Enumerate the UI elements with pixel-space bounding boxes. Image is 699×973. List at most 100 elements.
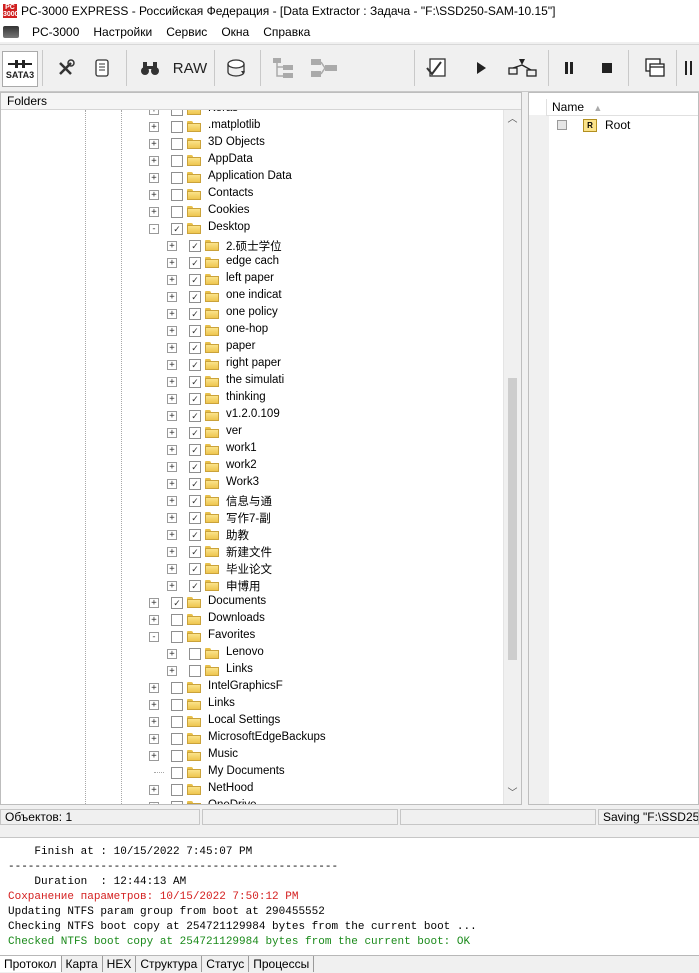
collapse-icon[interactable]: - xyxy=(149,632,159,642)
graph-button[interactable] xyxy=(504,51,542,85)
tree-item-checkbox[interactable] xyxy=(171,631,183,643)
expand-icon[interactable]: + xyxy=(167,479,177,489)
name-column-header[interactable]: Name ▲ xyxy=(546,99,698,116)
tree-item[interactable]: - Favorites xyxy=(1,628,505,645)
folders-scrollbar[interactable]: ︿ ﹀ xyxy=(503,110,521,804)
expand-icon[interactable]: + xyxy=(149,717,159,727)
tree-item-checkbox[interactable]: ✓ xyxy=(189,580,201,592)
menu-service[interactable]: Сервис xyxy=(159,25,214,39)
root-collapse-icon[interactable] xyxy=(557,120,567,130)
folder-tree[interactable]: + Keras + .matplotlib +3D Objects + AppData + Ap… xyxy=(1,110,505,804)
tab-structure[interactable]: Структура xyxy=(136,956,203,972)
tree-item[interactable]: + Lenovo xyxy=(1,645,505,662)
tab-map[interactable]: Карта xyxy=(62,956,103,972)
expand-icon[interactable]: + xyxy=(149,156,159,166)
tree-item-checkbox[interactable]: ✓ xyxy=(189,274,201,286)
expand-icon[interactable]: + xyxy=(149,122,159,132)
scroll-down-arrow-icon[interactable]: ﹀ xyxy=(504,786,521,802)
log-scroll-button[interactable] xyxy=(88,51,116,85)
tree-item[interactable]: + Music xyxy=(1,747,505,764)
tree-item-checkbox[interactable]: ✓ xyxy=(189,410,201,422)
tree-item-checkbox[interactable]: ✓ xyxy=(189,376,201,388)
expand-icon[interactable]: + xyxy=(167,581,177,591)
menu-settings[interactable]: Настройки xyxy=(86,25,159,39)
expand-icon[interactable]: + xyxy=(167,513,177,523)
tree-item[interactable]: + ✓ edge cach xyxy=(1,254,505,271)
tree-item[interactable]: + OneDrive xyxy=(1,798,505,804)
tree-item[interactable]: + ✓ thinking xyxy=(1,390,505,407)
tree-item[interactable]: + NetHood xyxy=(1,781,505,798)
expand-icon[interactable]: + xyxy=(167,394,177,404)
tree-item[interactable]: + ✓ v1.2.0.109 xyxy=(1,407,505,424)
tree-item-checkbox[interactable] xyxy=(171,682,183,694)
tree-button[interactable] xyxy=(268,51,298,85)
tree-item[interactable]: + Downloads xyxy=(1,611,505,628)
tree-item-checkbox[interactable]: ✓ xyxy=(189,393,201,405)
pause-button[interactable] xyxy=(556,51,582,85)
expand-icon[interactable]: + xyxy=(149,598,159,608)
tree-item-checkbox[interactable] xyxy=(189,648,201,660)
tree-item[interactable]: + ✓ 信息与通 xyxy=(1,492,505,509)
tree-item[interactable]: + ✓ 写作7-副 xyxy=(1,509,505,526)
tree-item-checkbox[interactable] xyxy=(171,733,183,745)
expand-icon[interactable]: + xyxy=(167,649,177,659)
app-menu-icon[interactable] xyxy=(3,26,19,38)
tree-item-checkbox[interactable]: ✓ xyxy=(189,461,201,473)
expand-icon[interactable]: + xyxy=(149,802,159,804)
tree-item[interactable]: + ✓ work2 xyxy=(1,458,505,475)
expand-icon[interactable]: + xyxy=(149,615,159,625)
tree-item[interactable]: + ✓ Documents xyxy=(1,594,505,611)
sata-port-button[interactable]: SATA3 xyxy=(2,51,38,87)
tree-item-checkbox[interactable]: ✓ xyxy=(189,563,201,575)
expand-icon[interactable]: + xyxy=(167,564,177,574)
tree-item[interactable]: + ✓ one policy xyxy=(1,305,505,322)
tree-item[interactable]: + MicrosoftEdgeBackups xyxy=(1,730,505,747)
tree-item-checkbox[interactable]: ✓ xyxy=(189,240,201,252)
tree-item[interactable]: + Keras xyxy=(1,110,505,118)
tree-item-checkbox[interactable] xyxy=(171,716,183,728)
tree-item[interactable]: + Local Settings xyxy=(1,713,505,730)
tree-item[interactable]: + ✓ one indicat xyxy=(1,288,505,305)
tree-item-checkbox[interactable] xyxy=(171,172,183,184)
tree-item-checkbox[interactable] xyxy=(171,784,183,796)
expand-icon[interactable]: + xyxy=(167,547,177,557)
expand-icon[interactable]: + xyxy=(167,258,177,268)
expand-icon[interactable]: + xyxy=(167,343,177,353)
more-toolbar-button[interactable] xyxy=(682,51,699,85)
tree-item[interactable]: + Contacts xyxy=(1,186,505,203)
expand-icon[interactable]: + xyxy=(167,428,177,438)
tree-item-checkbox[interactable]: ✓ xyxy=(189,529,201,541)
menu-windows[interactable]: Окна xyxy=(214,25,256,39)
expand-icon[interactable]: + xyxy=(149,751,159,761)
expand-icon[interactable]: + xyxy=(167,445,177,455)
tree-item[interactable]: + ✓ work1 xyxy=(1,441,505,458)
tree-item-checkbox[interactable]: ✓ xyxy=(189,325,201,337)
expand-icon[interactable]: + xyxy=(167,411,177,421)
expand-icon[interactable]: + xyxy=(149,139,159,149)
tree-item-checkbox[interactable]: ✓ xyxy=(171,223,183,235)
tree-item-checkbox[interactable]: ✓ xyxy=(189,359,201,371)
expand-icon[interactable]: + xyxy=(149,700,159,710)
tree-item-checkbox[interactable]: ✓ xyxy=(189,478,201,490)
tree-item[interactable]: + ✓ the simulati xyxy=(1,373,505,390)
windows-button[interactable] xyxy=(640,51,670,85)
tree-item[interactable]: + AppData xyxy=(1,152,505,169)
network-button[interactable] xyxy=(306,51,342,85)
scroll-up-arrow-icon[interactable]: ︿ xyxy=(504,112,521,128)
tree-item-checkbox[interactable]: ✓ xyxy=(189,546,201,558)
tree-item-checkbox[interactable] xyxy=(171,206,183,218)
tree-item[interactable]: + ✓ 新建文件 xyxy=(1,543,505,560)
expand-icon[interactable]: + xyxy=(149,173,159,183)
tree-item[interactable]: + ✓ 2.硕士学位 xyxy=(1,237,505,254)
tab-hex[interactable]: HEX xyxy=(103,956,137,972)
tree-item-checkbox[interactable]: ✓ xyxy=(189,291,201,303)
menu-pc3000[interactable]: PC-3000 xyxy=(25,25,86,39)
tree-item-checkbox[interactable] xyxy=(171,155,183,167)
stop-button[interactable] xyxy=(594,51,620,85)
tree-item-checkbox[interactable]: ✓ xyxy=(189,444,201,456)
expand-icon[interactable]: + xyxy=(149,207,159,217)
tree-item-checkbox[interactable] xyxy=(171,189,183,201)
expand-icon[interactable]: + xyxy=(149,190,159,200)
tree-item-checkbox[interactable]: ✓ xyxy=(189,512,201,524)
tree-item-checkbox[interactable] xyxy=(171,750,183,762)
